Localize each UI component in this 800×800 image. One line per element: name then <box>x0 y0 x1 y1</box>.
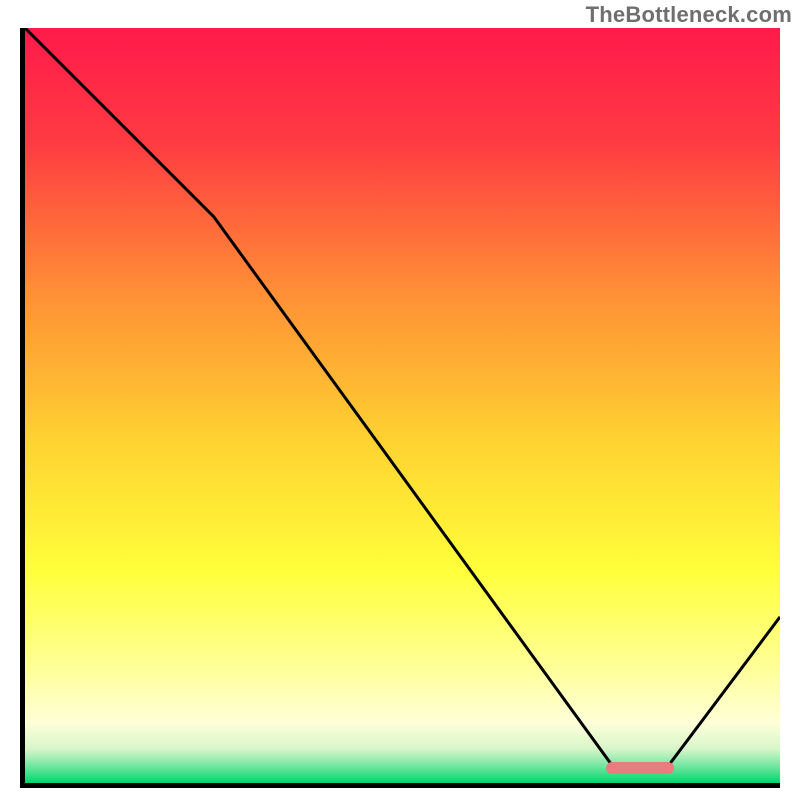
bottleneck-curve <box>25 28 780 783</box>
watermark-text: TheBottleneck.com <box>586 2 792 28</box>
plot-area <box>20 28 780 788</box>
optimal-range-marker <box>606 762 674 774</box>
chart-container: TheBottleneck.com <box>0 0 800 800</box>
